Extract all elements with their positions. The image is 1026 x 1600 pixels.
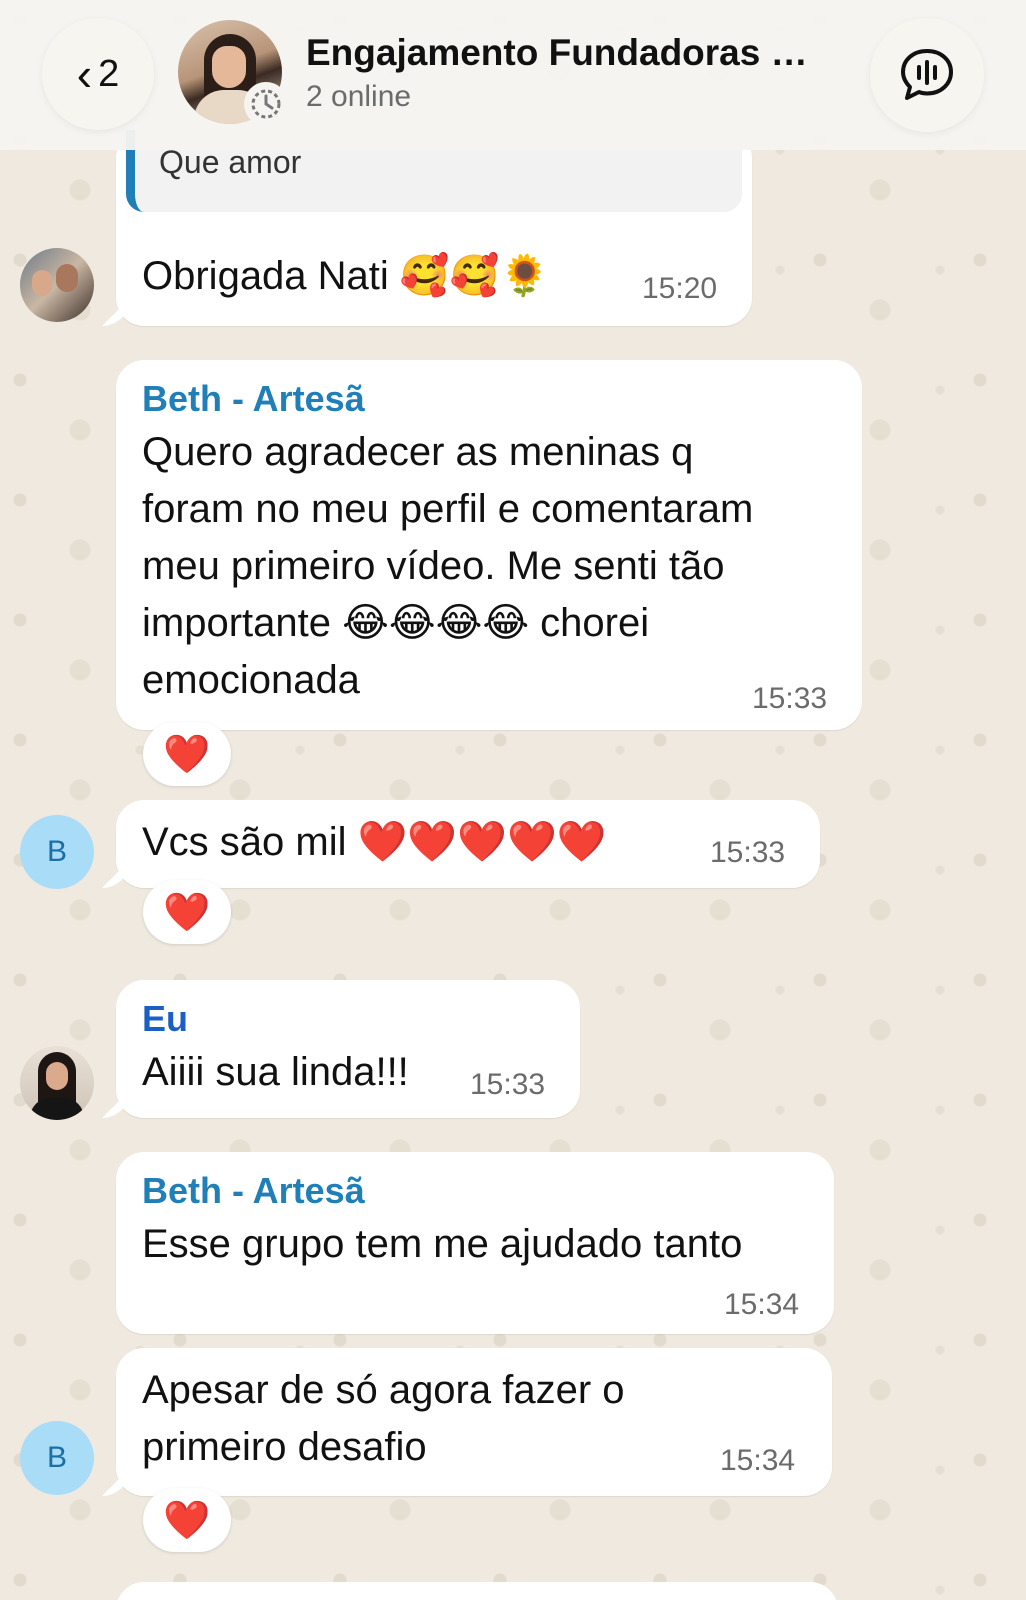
avatar-letter: B [46,1441,67,1474]
message-time: 15:20 [642,272,718,305]
message-line: meu primeiro vídeo. Me senti tão [142,544,725,588]
sender-avatar[interactable] [20,1046,94,1120]
reaction-badge[interactable]: ❤️ [143,880,231,944]
message-text: Obrigada Nati 🥰🥰🌻 [142,254,550,298]
message-line: Apesar de só agora fazer o [142,1368,625,1412]
chat-title[interactable]: Engajamento Fundadoras C... [306,32,826,74]
message-bubble[interactable]: Vcs são mil ❤️❤️❤️❤️❤️ 15:33 [116,800,820,888]
chat-header: ‹ 2 Engajamento Fundadoras C... 2 online [0,0,1026,150]
message-time: 15:33 [752,682,828,715]
message-line: primeiro desafio [142,1425,427,1469]
sender-name: Beth - Artesã [142,1170,365,1211]
message-line: foram no meu perfil e comentaram [142,487,754,531]
sender-name: Eu [142,998,189,1039]
message-bubble[interactable]: Beth - Artesã Quero agradecer as meninas… [116,360,862,730]
message-line: emocionada [142,658,360,702]
message-bubble[interactable]: Eu Aiiii sua linda!!! 15:33 [116,980,580,1118]
message-text: Aiiii sua linda!!! [142,1050,409,1094]
voice-chat-icon [901,49,953,100]
avatar-letter: B [46,835,67,868]
message-time: 15:34 [720,1444,796,1477]
message-line: importante 😂😂😂😂 chorei [142,601,650,645]
message-time: 15:33 [710,836,786,869]
sender-avatar[interactable]: B [20,1421,94,1495]
voice-chat-button[interactable] [870,18,984,132]
online-status: 2 online [306,80,412,113]
reaction-badge[interactable]: ❤️ [143,1488,231,1552]
message-time: 15:34 [724,1288,800,1321]
next-message-bubble[interactable] [116,1582,838,1600]
heart-icon: ❤️ [163,1497,211,1542]
message-bubble[interactable]: Apesar de só agora fazer o primeiro desa… [116,1348,832,1496]
message-bubble[interactable]: Que amor Obrigada Nati 🥰🥰🌻 15:20 [116,130,752,326]
sender-name: Beth - Artesã [142,378,365,419]
reaction-badge[interactable]: ❤️ [143,722,231,786]
sender-avatar[interactable]: B [20,815,94,889]
unread-count: 2 [98,52,120,95]
message-text: Esse grupo tem me ajudado tanto [142,1222,743,1266]
sender-avatar[interactable] [20,248,94,322]
back-button[interactable]: ‹ 2 [42,18,154,130]
heart-icon: ❤️ [163,889,211,934]
chevron-left-icon: ‹ [76,48,93,100]
message-time: 15:33 [470,1068,546,1101]
message-line: Quero agradecer as meninas q [142,430,694,474]
heart-icon: ❤️ [163,731,211,776]
status-timer-icon [244,82,288,126]
message-bubble[interactable]: Beth - Artesã Esse grupo tem me ajudado … [116,1152,834,1334]
message-text: Vcs são mil ❤️❤️❤️❤️❤️ [142,820,607,864]
